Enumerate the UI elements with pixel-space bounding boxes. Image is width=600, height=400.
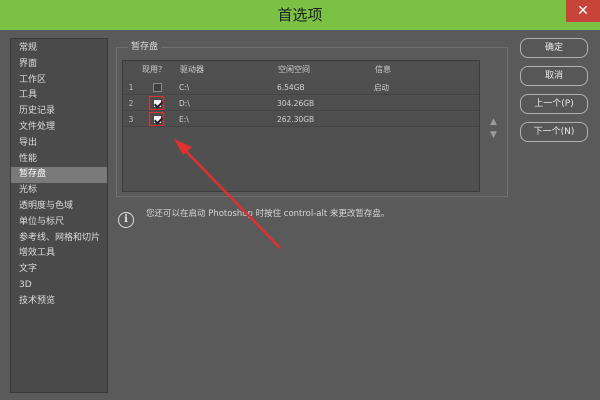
annotation-arrow-line [179, 144, 281, 249]
annotation-arrow [174, 139, 281, 249]
annotation-arrow-head [174, 139, 192, 155]
